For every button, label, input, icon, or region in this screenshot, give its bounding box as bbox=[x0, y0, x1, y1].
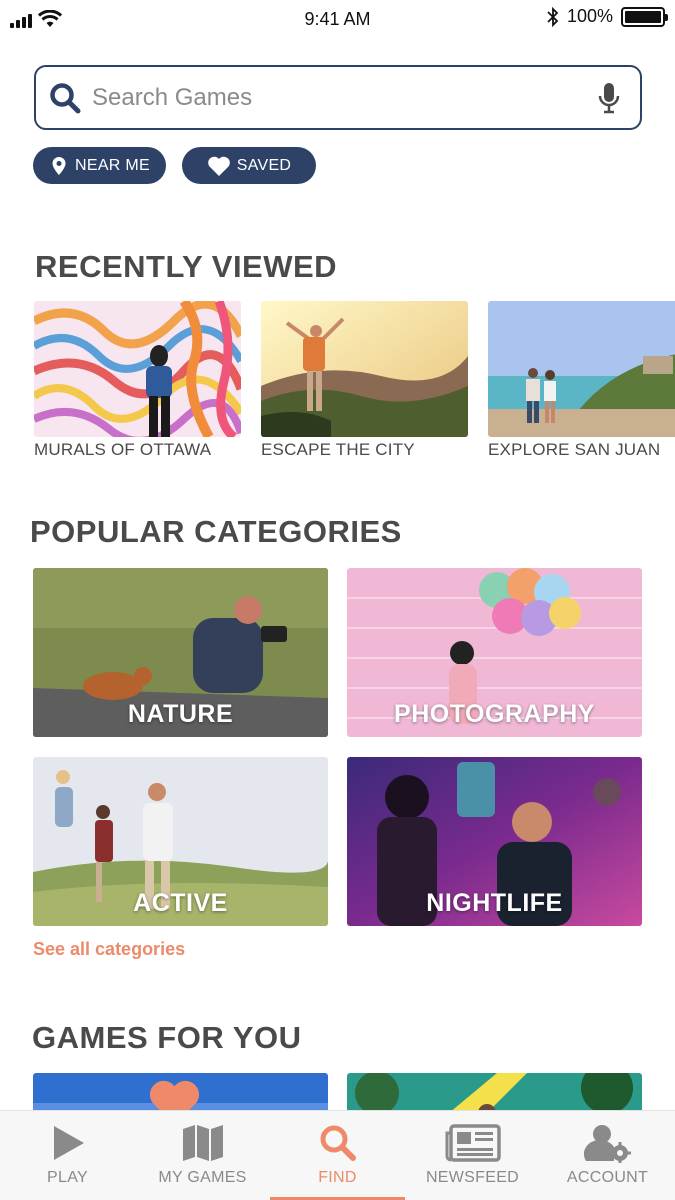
battery-icon bbox=[621, 6, 668, 27]
popular-categories-title: POPULAR CATEGORIES bbox=[30, 514, 402, 549]
near-me-button[interactable]: NEAR ME bbox=[33, 147, 166, 184]
recent-card-label: ESCAPE THE CITY bbox=[261, 440, 415, 459]
battery-percent: 100% bbox=[566, 6, 613, 26]
tab-play[interactable]: PLAY bbox=[0, 1111, 135, 1200]
newspaper-icon bbox=[445, 1124, 501, 1162]
mural-photo bbox=[34, 301, 241, 437]
saved-button[interactable]: SAVED bbox=[182, 147, 316, 184]
search-bar[interactable] bbox=[34, 65, 642, 130]
see-all-categories-link[interactable]: See all categories bbox=[33, 939, 185, 960]
bottom-tab-bar: PLAY MY GAMES FIND NEWSFEED ACCOUNT bbox=[0, 1110, 675, 1200]
category-label: ACTIVE bbox=[133, 889, 228, 917]
map-icon bbox=[182, 1125, 223, 1161]
search-icon bbox=[50, 82, 81, 113]
location-pin-icon bbox=[52, 156, 66, 175]
recent-card-murals[interactable]: MURALS OF OTTAWA bbox=[34, 301, 241, 460]
tab-label: PLAY bbox=[47, 1169, 88, 1186]
category-label: NATURE bbox=[127, 700, 234, 728]
near-me-label: NEAR ME bbox=[75, 156, 150, 174]
games-for-you-title: GAMES FOR YOU bbox=[32, 1020, 302, 1055]
recently-viewed-title: RECENTLY VIEWED bbox=[35, 249, 338, 284]
play-icon bbox=[53, 1126, 84, 1160]
recent-card-label: MURALS OF OTTAWA bbox=[34, 440, 212, 459]
tab-label: MY GAMES bbox=[158, 1169, 247, 1186]
search-input[interactable] bbox=[92, 83, 596, 112]
tab-label: FIND bbox=[318, 1169, 357, 1186]
category-active[interactable]: ACTIVE bbox=[33, 757, 328, 926]
bluetooth-icon bbox=[547, 6, 559, 27]
tab-account[interactable]: ACCOUNT bbox=[540, 1111, 675, 1200]
beach-couple-photo bbox=[488, 301, 675, 437]
tab-label: ACCOUNT bbox=[566, 1169, 649, 1186]
recent-card-escape[interactable]: ESCAPE THE CITY bbox=[261, 301, 468, 460]
hiker-photo bbox=[261, 301, 468, 437]
account-gear-icon bbox=[583, 1125, 631, 1163]
microphone-icon[interactable] bbox=[596, 81, 622, 115]
status-right: 100% bbox=[547, 6, 668, 27]
category-photography[interactable]: PHOTOGRAPHY bbox=[347, 568, 642, 737]
saved-label: SAVED bbox=[236, 156, 292, 174]
tab-newsfeed[interactable]: NEWSFEED bbox=[405, 1111, 540, 1200]
search-icon bbox=[320, 1125, 356, 1161]
status-bar: 9:41 AM 100% bbox=[0, 0, 675, 40]
category-nightlife[interactable]: NIGHTLIFE bbox=[347, 757, 642, 926]
tab-my-games[interactable]: MY GAMES bbox=[135, 1111, 270, 1200]
tab-label: NEWSFEED bbox=[425, 1169, 520, 1186]
heart-icon bbox=[207, 156, 230, 176]
tab-find[interactable]: FIND bbox=[270, 1111, 405, 1200]
recent-card-san-juan[interactable]: EXPLORE SAN JUAN bbox=[488, 301, 675, 460]
category-nature[interactable]: NATURE bbox=[33, 568, 328, 737]
recent-card-label: EXPLORE SAN JUAN bbox=[488, 440, 661, 459]
category-label: PHOTOGRAPHY bbox=[394, 700, 595, 728]
category-label: NIGHTLIFE bbox=[426, 889, 563, 917]
